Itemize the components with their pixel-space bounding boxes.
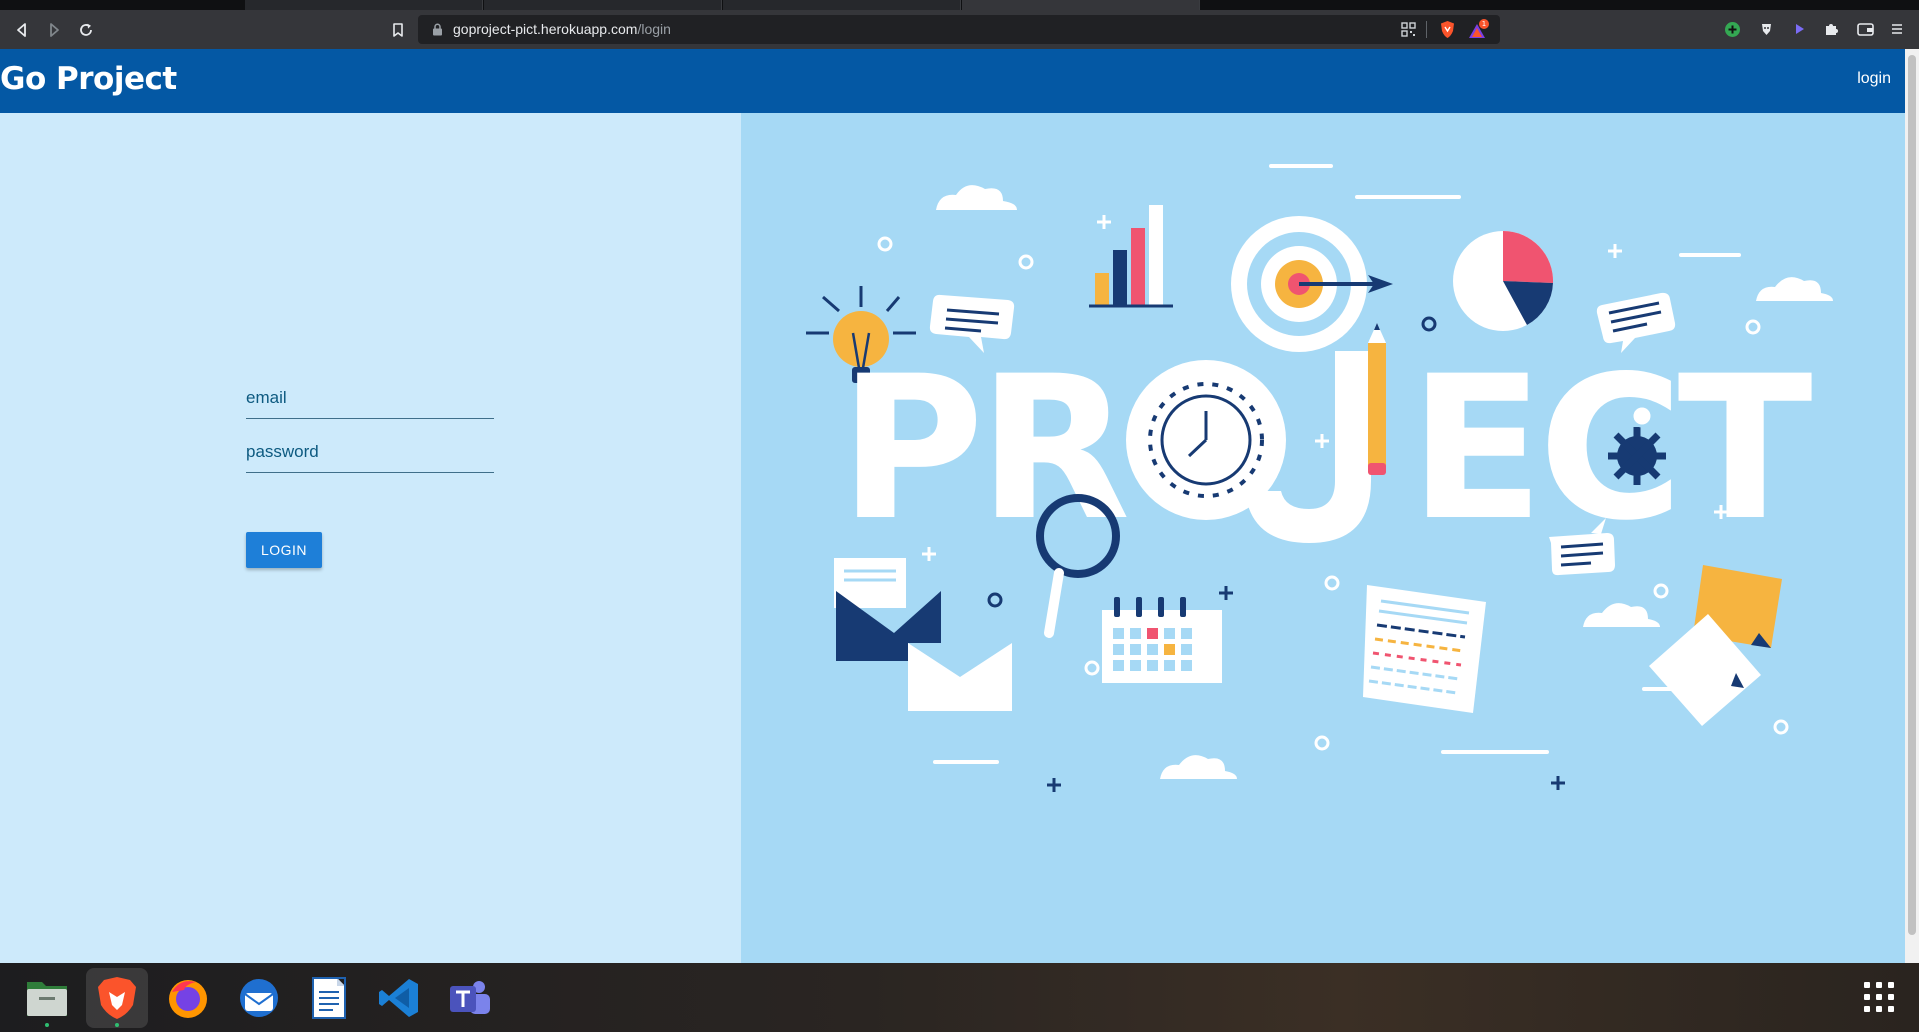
project-headline-text: PR [839, 333, 1127, 564]
dock-files-app[interactable] [16, 968, 78, 1028]
hero-illustration-panel: PR ECT [741, 113, 1905, 963]
back-button[interactable] [10, 18, 34, 42]
forward-icon [50, 23, 59, 37]
vscode-icon [379, 979, 418, 1017]
pencil-icon [1368, 323, 1386, 475]
wallet-icon [1856, 22, 1874, 36]
running-indicator [45, 1023, 49, 1027]
taskbar-dock [0, 963, 1919, 1032]
browser-tab-active[interactable] [962, 0, 1200, 10]
files-icon [27, 982, 67, 1016]
browser-tab[interactable] [484, 0, 722, 10]
calendar-icon [1102, 597, 1222, 683]
login-button[interactable]: LOGIN [246, 532, 322, 568]
dock-thunderbird-app[interactable] [228, 968, 290, 1028]
app-grid-icon [1864, 982, 1894, 1012]
dock-firefox-app[interactable] [157, 968, 219, 1028]
running-indicator [115, 1023, 119, 1027]
password-input[interactable] [246, 431, 494, 473]
tab-strip [0, 0, 1919, 10]
bookmark-button[interactable] [386, 18, 410, 42]
wallet-button[interactable] [1856, 20, 1874, 38]
forward-button[interactable] [42, 18, 66, 42]
document-icon [1363, 585, 1486, 713]
brave-shields-icon[interactable] [1439, 20, 1456, 39]
mascot-icon [1761, 23, 1771, 35]
dock-writer-app[interactable] [298, 968, 360, 1028]
show-applications-button[interactable] [1862, 980, 1896, 1014]
project-illustration: PR ECT [806, 164, 1833, 792]
dock-vscode-app[interactable] [368, 968, 430, 1028]
plus-circle-icon [1724, 21, 1740, 37]
hamburger-menu-icon [1892, 24, 1902, 34]
url-text[interactable]: goproject-pict.herokuapp.com/login [453, 21, 671, 37]
thunderbird-icon [240, 979, 278, 1017]
play-icon [1796, 24, 1804, 34]
back-icon [17, 23, 26, 37]
extension-button[interactable] [1723, 20, 1741, 38]
site-navbar: Go Project login [0, 49, 1905, 113]
page-viewport: Go Project login LOGIN [0, 49, 1905, 963]
dock-teams-app[interactable] [438, 968, 500, 1028]
reload-button[interactable] [74, 18, 98, 42]
nav-login-link[interactable]: login [1857, 70, 1891, 88]
scrollbar-thumb[interactable] [1908, 55, 1916, 935]
dock-brave-app[interactable] [86, 968, 148, 1028]
rewards-badge: 1 [1479, 19, 1489, 29]
browser-tab[interactable] [245, 0, 483, 10]
browser-tab[interactable] [723, 0, 961, 10]
url-path: /login [637, 21, 671, 37]
reload-icon [80, 23, 92, 36]
project-headline-letters: ECT [1409, 333, 1812, 564]
extension-button[interactable] [1757, 20, 1775, 38]
email-input[interactable] [246, 377, 494, 419]
qr-code-icon[interactable] [1401, 22, 1416, 37]
teams-icon [450, 981, 490, 1014]
sticky-note-icon [1649, 565, 1782, 726]
brave-icon [98, 977, 136, 1019]
main-menu-button[interactable] [1888, 20, 1906, 38]
brand-logo-text[interactable]: Go Project [0, 61, 177, 97]
login-panel: LOGIN [0, 113, 741, 963]
brave-rewards-button[interactable]: 1 [1468, 19, 1489, 39]
puzzle-icon [1826, 24, 1838, 35]
extension-button[interactable] [1790, 20, 1808, 38]
bar-chart-icon [1089, 205, 1173, 308]
target-icon [1231, 216, 1393, 352]
envelope-icon [908, 643, 1012, 711]
extensions-menu-button[interactable] [1822, 20, 1840, 38]
url-host: goproject-pict.herokuapp.com [453, 21, 638, 37]
lock-icon [433, 23, 442, 36]
bookmark-icon [393, 23, 403, 37]
pie-chart-icon [1453, 230, 1554, 331]
page-scrollbar[interactable] [1905, 49, 1919, 963]
browser-toolbar: goproject-pict.herokuapp.com/login 1 [0, 10, 1919, 49]
firefox-icon [169, 980, 207, 1018]
urlbar-divider [1426, 21, 1427, 38]
address-bar[interactable]: goproject-pict.herokuapp.com/login 1 [418, 15, 1500, 44]
writer-icon [312, 977, 346, 1019]
